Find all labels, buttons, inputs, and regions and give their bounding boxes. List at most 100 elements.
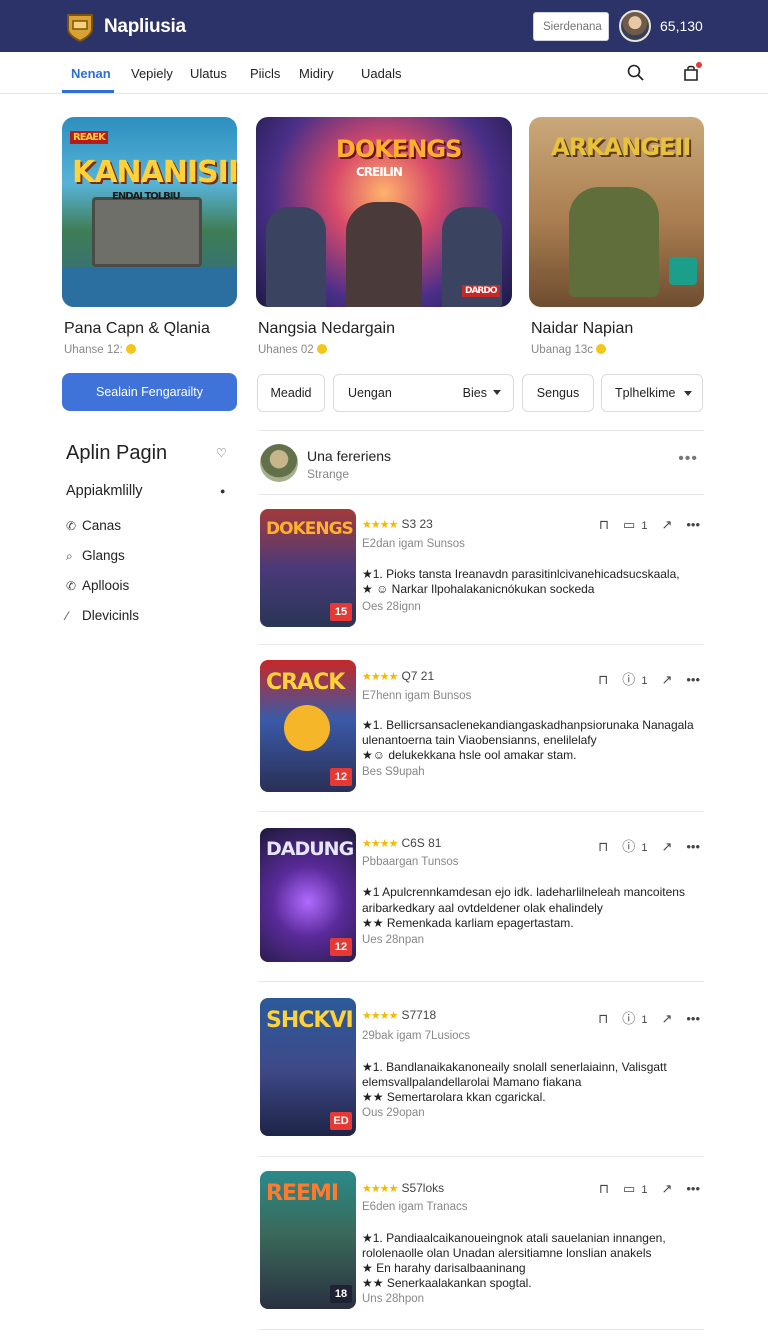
info-icon[interactable]: ⓘ [622,669,635,688]
thumbnail-badge: 12 [330,938,352,956]
sort-dropdown[interactable]: Tplhelkime [601,374,703,412]
share-icon[interactable]: ↗ [661,839,672,855]
sidebar-item-dlevicinls[interactable]: ⁄ Dlevicinls [66,608,139,623]
brand-name[interactable]: Napliusia [104,16,186,38]
top-bar: Napliusia 65,130 [0,0,768,52]
featured-meta: Uhanes 02 [258,344,327,356]
tab-midiry[interactable]: Midiry [299,66,334,81]
primary-filter-button[interactable]: Sealain Fengarailty [62,373,237,411]
tab-piicls[interactable]: Piicls [250,66,280,81]
featured-card-image[interactable]: REAEK KANANISII ENDAI TOLBIU [62,117,237,307]
share-icon[interactable]: ↗ [661,1181,672,1197]
item-text: ★ En harahy darisalbaaninang [362,1261,526,1275]
rating-value: Q7 21 [401,669,435,683]
item-text: ★★ Semertarolara kkan cgarickal. [362,1090,546,1104]
bookmark-icon[interactable]: ⊓ [599,1181,609,1197]
list-item[interactable]: DOKENGS 15 ★★★★ S3 23 E2dan igam Sunsos ★… [258,495,704,645]
list-item[interactable]: REEMI 18 ★★★★ S57loks E6den igam Tranacs … [258,1157,704,1330]
tab-vepiely[interactable]: Vepiely [131,66,173,81]
badge-art [669,257,697,285]
sidebar-section[interactable]: Appiakmlilly [66,483,143,499]
thumbnail-title: REEMI [266,1181,339,1206]
sidebar-item-glangs[interactable]: ⌕ Glangs [66,548,125,564]
more-icon[interactable]: ••• [686,839,700,854]
game-thumbnail[interactable]: DADUNG 12 [260,828,356,962]
dropdown-value: Bies [463,375,501,411]
game-thumbnail[interactable]: SHCKVI ED [260,998,356,1136]
comment-icon[interactable]: ▭ [623,517,635,533]
chevron-down-icon [684,391,692,396]
thumbnail-badge: 18 [330,1285,352,1303]
item-text: ★1. Pandiaalcaikanoueingnok atali sauela… [362,1231,666,1245]
search-input[interactable] [533,12,609,41]
dropdown-label: Uengan [348,386,392,400]
featured-card-image[interactable]: ARKANGEII [529,117,704,307]
more-icon[interactable]: ••• [686,672,700,687]
sidebar-item-label: Glangs [82,548,125,563]
list-item[interactable]: SHCKVI ED ★★★★ S7718 29bak igam 7Lusiocs … [258,982,704,1157]
filter-chip[interactable]: Sengus [522,374,594,412]
featured-title[interactable]: Nangsia Nedargain [258,320,395,338]
list-item[interactable]: DADUNG 12 ★★★★ C6S 81 Pbbaargan Tunsos ★1… [258,812,704,982]
featured-title[interactable]: Naidar Napian [531,320,633,338]
sort-label: Tplhelkime [615,386,676,400]
bookmark-icon[interactable]: ⊓ [598,672,608,688]
thumbnail-title: SHCKVI [266,1008,354,1033]
bookmark-icon[interactable]: ⊓ [599,517,609,533]
post-username[interactable]: Una fereriens [307,448,391,464]
game-thumbnail[interactable]: DOKENGS 15 [260,509,356,627]
more-icon[interactable]: ••• [686,1181,700,1196]
item-date: Ues 28npan [362,934,425,946]
featured-meta-text: Uhanse 12: [64,344,123,356]
featured-meta: Ubanag 13c [531,344,607,356]
bookmark-icon[interactable]: ⊓ [598,839,608,855]
featured-title[interactable]: Pana Capn & Qlania [64,320,210,338]
item-text: ★★ Remenkada karliam epagertastam. [362,916,574,930]
rating-value: S57loks [401,1181,445,1195]
tab-uadals[interactable]: Uadals [361,66,401,81]
user-avatar[interactable] [619,10,651,42]
item-date: Bes S9upah [362,766,425,778]
filter-dropdown[interactable]: Uengan Bies [333,374,514,412]
soldier-art [266,207,326,307]
comment-count: 1 [641,520,648,532]
comment-icon[interactable]: ▭ [623,1181,635,1197]
item-date: Ous 29opan [362,1107,425,1119]
smiley-icon [125,344,136,354]
art-subtitle: CREILIN [356,165,403,179]
more-icon[interactable]: ••• [686,1011,700,1026]
featured-card-image[interactable]: DOKENGS CREILIN DARDO [256,117,512,307]
item-text: ★1. Bellicrsansaclenekandiangaskadhanpsi… [362,718,694,732]
art-title: ARKANGEII [551,133,691,161]
smiley-icon [316,344,327,354]
search-icon[interactable] [626,63,646,83]
share-icon[interactable]: ↗ [661,672,672,688]
more-icon[interactable]: ••• [686,517,700,532]
item-text: ★1. Bandlanaikakanoneaily snolall senerl… [362,1060,667,1074]
game-thumbnail[interactable]: REEMI 18 [260,1171,356,1309]
list-item[interactable]: CRACK 12 ★★★★ Q7 21 E7henn igam Bunsos ★1… [258,645,704,812]
heart-icon[interactable]: ♡ [216,446,227,460]
chevron-down-icon [493,390,501,395]
thumbnail-title: DOKENGS [266,519,354,539]
more-icon[interactable]: ••• [678,450,698,468]
tab-nenan[interactable]: Nenan [71,66,111,81]
item-subtitle: E7henn igam Bunsos [362,690,472,702]
rating: ★★★★ Q7 21 [362,669,434,683]
brand-logo-icon[interactable] [64,11,96,43]
info-icon[interactable]: ⓘ [622,836,635,855]
info-icon[interactable]: ⓘ [622,1008,635,1027]
thumbnail-badge: ED [330,1112,352,1130]
sidebar-item-aplloois[interactable]: ✆ Aplloois [66,578,129,593]
post-subtitle: Strange [307,467,350,481]
comment-count: 1 [641,1184,648,1196]
share-icon[interactable]: ↗ [661,517,672,533]
sidebar-item-canas[interactable]: ✆ Canas [66,518,121,533]
avatar[interactable] [260,444,298,482]
bookmark-icon[interactable]: ⊓ [598,1011,608,1027]
item-actions: ⊓ ⓘ 1 ↗ ••• [584,1008,700,1027]
filter-chip[interactable]: Meadid [257,374,325,412]
game-thumbnail[interactable]: CRACK 12 [260,660,356,792]
share-icon[interactable]: ↗ [661,1011,672,1027]
tab-ulatus[interactable]: Ulatus [190,66,227,81]
